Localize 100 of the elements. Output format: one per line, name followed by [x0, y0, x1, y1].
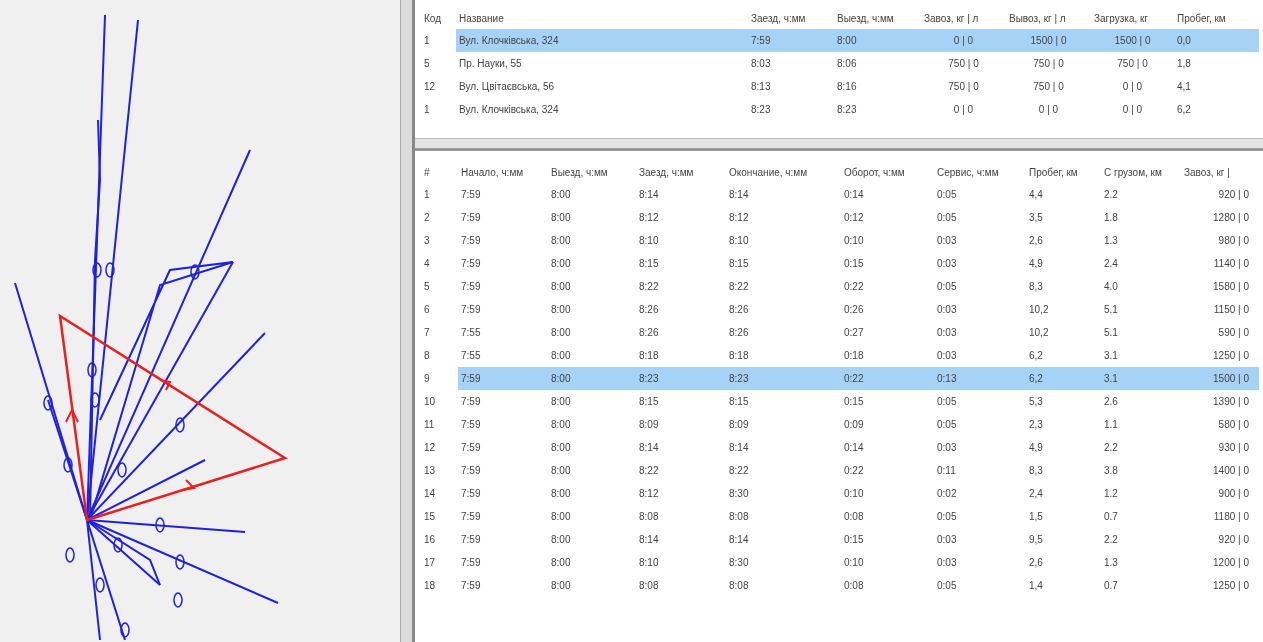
column-header[interactable]: Заезд, ч:мм: [748, 7, 834, 29]
table-cell-text: 5.1: [1103, 326, 1119, 340]
table-cell-text: 0:14: [843, 188, 865, 202]
table-cell-text: 930 | 0: [1217, 441, 1250, 455]
column-header[interactable]: #: [421, 161, 458, 183]
table-cell-text: 0 | 0: [1121, 103, 1144, 117]
table-cell-text: 7:59: [460, 464, 482, 478]
table-cell: 8:23: [636, 367, 726, 390]
table-cell-text: 8:00: [550, 579, 572, 593]
table-cell-text: 4.0: [1103, 280, 1119, 294]
table-cell: 6,2: [1026, 344, 1101, 367]
table-row[interactable]: 9 7:59 8:00 8:23 8:23 0:22 0:13 6,2 3.1 1500 | 0: [421, 367, 1259, 390]
table-row[interactable]: 1 Вул. Клочківська, 324 7:59 8:00 0 | 0 1500 | 0 1500 | 0 0,0: [421, 29, 1259, 52]
column-header[interactable]: Сервис, ч:мм: [934, 161, 1026, 183]
table-cell-text: 10,2: [1028, 303, 1050, 317]
table-cell-text: 0:05: [936, 211, 958, 225]
table-cell: 8:23: [726, 367, 841, 390]
table-row[interactable]: 6 7:59 8:00 8:26 8:26 0:26 0:03 10,2 5.1 1150 | 0: [421, 298, 1259, 321]
table-cell-text: 8:12: [638, 211, 660, 225]
table-row[interactable]: 4 7:59 8:00 8:15 8:15 0:15 0:03 4,9 2.4 1140 | 0: [421, 252, 1259, 275]
table-row[interactable]: 8 7:55 8:00 8:18 8:18 0:18 0:03 6,2 3.1 1250 | 0: [421, 344, 1259, 367]
table-cell: 6,2: [1026, 367, 1101, 390]
column-header[interactable]: Завоз, кг | л: [921, 7, 1006, 29]
table-cell-text: 0:14: [843, 441, 865, 455]
table-cell-text: 8:30: [728, 556, 750, 570]
table-cell-text: 7:59: [460, 533, 482, 547]
table-cell: 1250 | 0: [1181, 344, 1259, 367]
table-cell: 750 | 0: [1091, 52, 1174, 75]
table-cell-text: 580 | 0: [1217, 418, 1250, 432]
splitter[interactable]: [415, 138, 1263, 151]
column-header[interactable]: Оборот, ч:мм: [841, 161, 934, 183]
table-row[interactable]: 13 7:59 8:00 8:22 8:22 0:22 0:11 8,3 3.8 1400 | 0: [421, 459, 1259, 482]
table-cell: 750 | 0: [921, 52, 1006, 75]
table-cell-text: 3,5: [1028, 211, 1044, 225]
table-cell-text: 7:59: [460, 211, 482, 225]
table-row[interactable]: 18 7:59 8:00 8:08 8:08 0:08 0:05 1,4 0.7 1250 | 0: [421, 574, 1259, 597]
table-cell-text: 8,3: [1028, 280, 1044, 294]
splitter[interactable]: [400, 0, 415, 642]
table-row[interactable]: 3 7:59 8:00 8:10 8:10 0:10 0:03 2,6 1.3 980 | 0: [421, 229, 1259, 252]
column-header[interactable]: Пробег, км: [1026, 161, 1101, 183]
table-row[interactable]: 5 7:59 8:00 8:22 8:22 0:22 0:05 8,3 4.0 1580 | 0: [421, 275, 1259, 298]
table-cell-text: 4,9: [1028, 441, 1044, 455]
table-cell-text: 8:13: [750, 80, 772, 94]
table-row[interactable]: 12 7:59 8:00 8:14 8:14 0:14 0:03 4,9 2.2 930 | 0: [421, 436, 1259, 459]
table-row[interactable]: 16 7:59 8:00 8:14 8:14 0:15 0:03 9,5 2.2 920 | 0: [421, 528, 1259, 551]
table-cell-text: 15: [423, 510, 437, 524]
table-row[interactable]: 14 7:59 8:00 8:12 8:30 0:10 0:02 2,4 1.2 900 | 0: [421, 482, 1259, 505]
table-cell-text: 0:09: [843, 418, 865, 432]
column-header[interactable]: Начало, ч:мм: [458, 161, 548, 183]
table-cell-text: 0:05: [936, 418, 958, 432]
table-cell-text: 5: [423, 280, 431, 294]
table-row[interactable]: 11 7:59 8:00 8:09 8:09 0:09 0:05 2,3 1.1 580 | 0: [421, 413, 1259, 436]
column-header[interactable]: Выезд, ч:мм: [834, 7, 921, 29]
table-cell-text: 0:08: [843, 510, 865, 524]
table-cell-text: 0 | 0: [1121, 80, 1144, 94]
table-cell-text: 12: [423, 80, 437, 94]
column-header[interactable]: С грузом, км: [1101, 161, 1181, 183]
table-cell-text: 8:10: [638, 234, 660, 248]
table-cell-text: 8:23: [750, 103, 772, 117]
table-row[interactable]: 12 Вул. Цвітаєвська, 56 8:13 8:16 750 | 0 750 | 0 0 | 0 4,1: [421, 75, 1259, 98]
table-row[interactable]: 2 7:59 8:00 8:12 8:12 0:12 0:05 3,5 1.8 1280 | 0: [421, 206, 1259, 229]
table-cell-text: 8:14: [728, 441, 750, 455]
column-header[interactable]: Название: [456, 7, 748, 29]
column-header[interactable]: Завоз, кг |: [1181, 161, 1259, 183]
table-cell: 7:59: [458, 367, 548, 390]
table-cell-text: 8:00: [550, 188, 572, 202]
table-cell-text: 1.3: [1103, 556, 1119, 570]
table-row[interactable]: 1 Вул. Клочківська, 324 8:23 8:23 0 | 0 0 | 0 0 | 0 6,2: [421, 98, 1259, 121]
table-cell-text: 0:03: [936, 303, 958, 317]
table-cell: 8:06: [834, 52, 921, 75]
column-header[interactable]: Вывоз, кг | л: [1006, 7, 1091, 29]
table-cell-text: 0:15: [843, 533, 865, 547]
table-cell-text: 8:16: [836, 80, 858, 94]
column-header[interactable]: Код: [421, 7, 456, 29]
table-cell-text: 8:00: [550, 234, 572, 248]
table-cell: 8:18: [726, 344, 841, 367]
table-cell-text: 8:14: [638, 188, 660, 202]
column-header[interactable]: Выезд, ч:мм: [548, 161, 636, 183]
table-cell-text: 11: [423, 418, 436, 432]
table-row[interactable]: 7 7:55 8:00 8:26 8:26 0:27 0:03 10,2 5.1 590 | 0: [421, 321, 1259, 344]
table-cell-text: 8:00: [550, 441, 572, 455]
column-header[interactable]: Загрузка, кг: [1091, 7, 1174, 29]
table-cell: 8:00: [834, 29, 921, 52]
table-cell-text: 14: [423, 487, 437, 501]
table-cell-text: 1,5: [1028, 510, 1044, 524]
table-cell: 3.1: [1101, 344, 1181, 367]
table-cell-text: 8:00: [550, 533, 572, 547]
table-cell-text: 0.7: [1103, 510, 1119, 524]
table-row[interactable]: 10 7:59 8:00 8:15 8:15 0:15 0:05 5,3 2.6 1390 | 0: [421, 390, 1259, 413]
table-cell: 1500 | 0: [1181, 367, 1259, 390]
table-row[interactable]: 1 7:59 8:00 8:14 8:14 0:14 0:05 4,4 2.2 920 | 0: [421, 183, 1259, 206]
table-cell-text: 8:00: [550, 487, 572, 501]
column-header[interactable]: Заезд, ч:мм: [636, 161, 726, 183]
column-header[interactable]: Окончание, ч:мм: [726, 161, 841, 183]
table-row[interactable]: 5 Пр. Науки, 55 8:03 8:06 750 | 0 750 | 0 750 | 0 1,8: [421, 52, 1259, 75]
table-row[interactable]: 15 7:59 8:00 8:08 8:08 0:08 0:05 1,5 0.7 1180 | 0: [421, 505, 1259, 528]
table-row[interactable]: 17 7:59 8:00 8:10 8:30 0:10 0:03 2,6 1.3 1200 | 0: [421, 551, 1259, 574]
column-header[interactable]: Пробег, км: [1174, 7, 1259, 29]
table-cell-text: 0:10: [843, 556, 865, 570]
table-cell-text: 920 | 0: [1217, 533, 1250, 547]
